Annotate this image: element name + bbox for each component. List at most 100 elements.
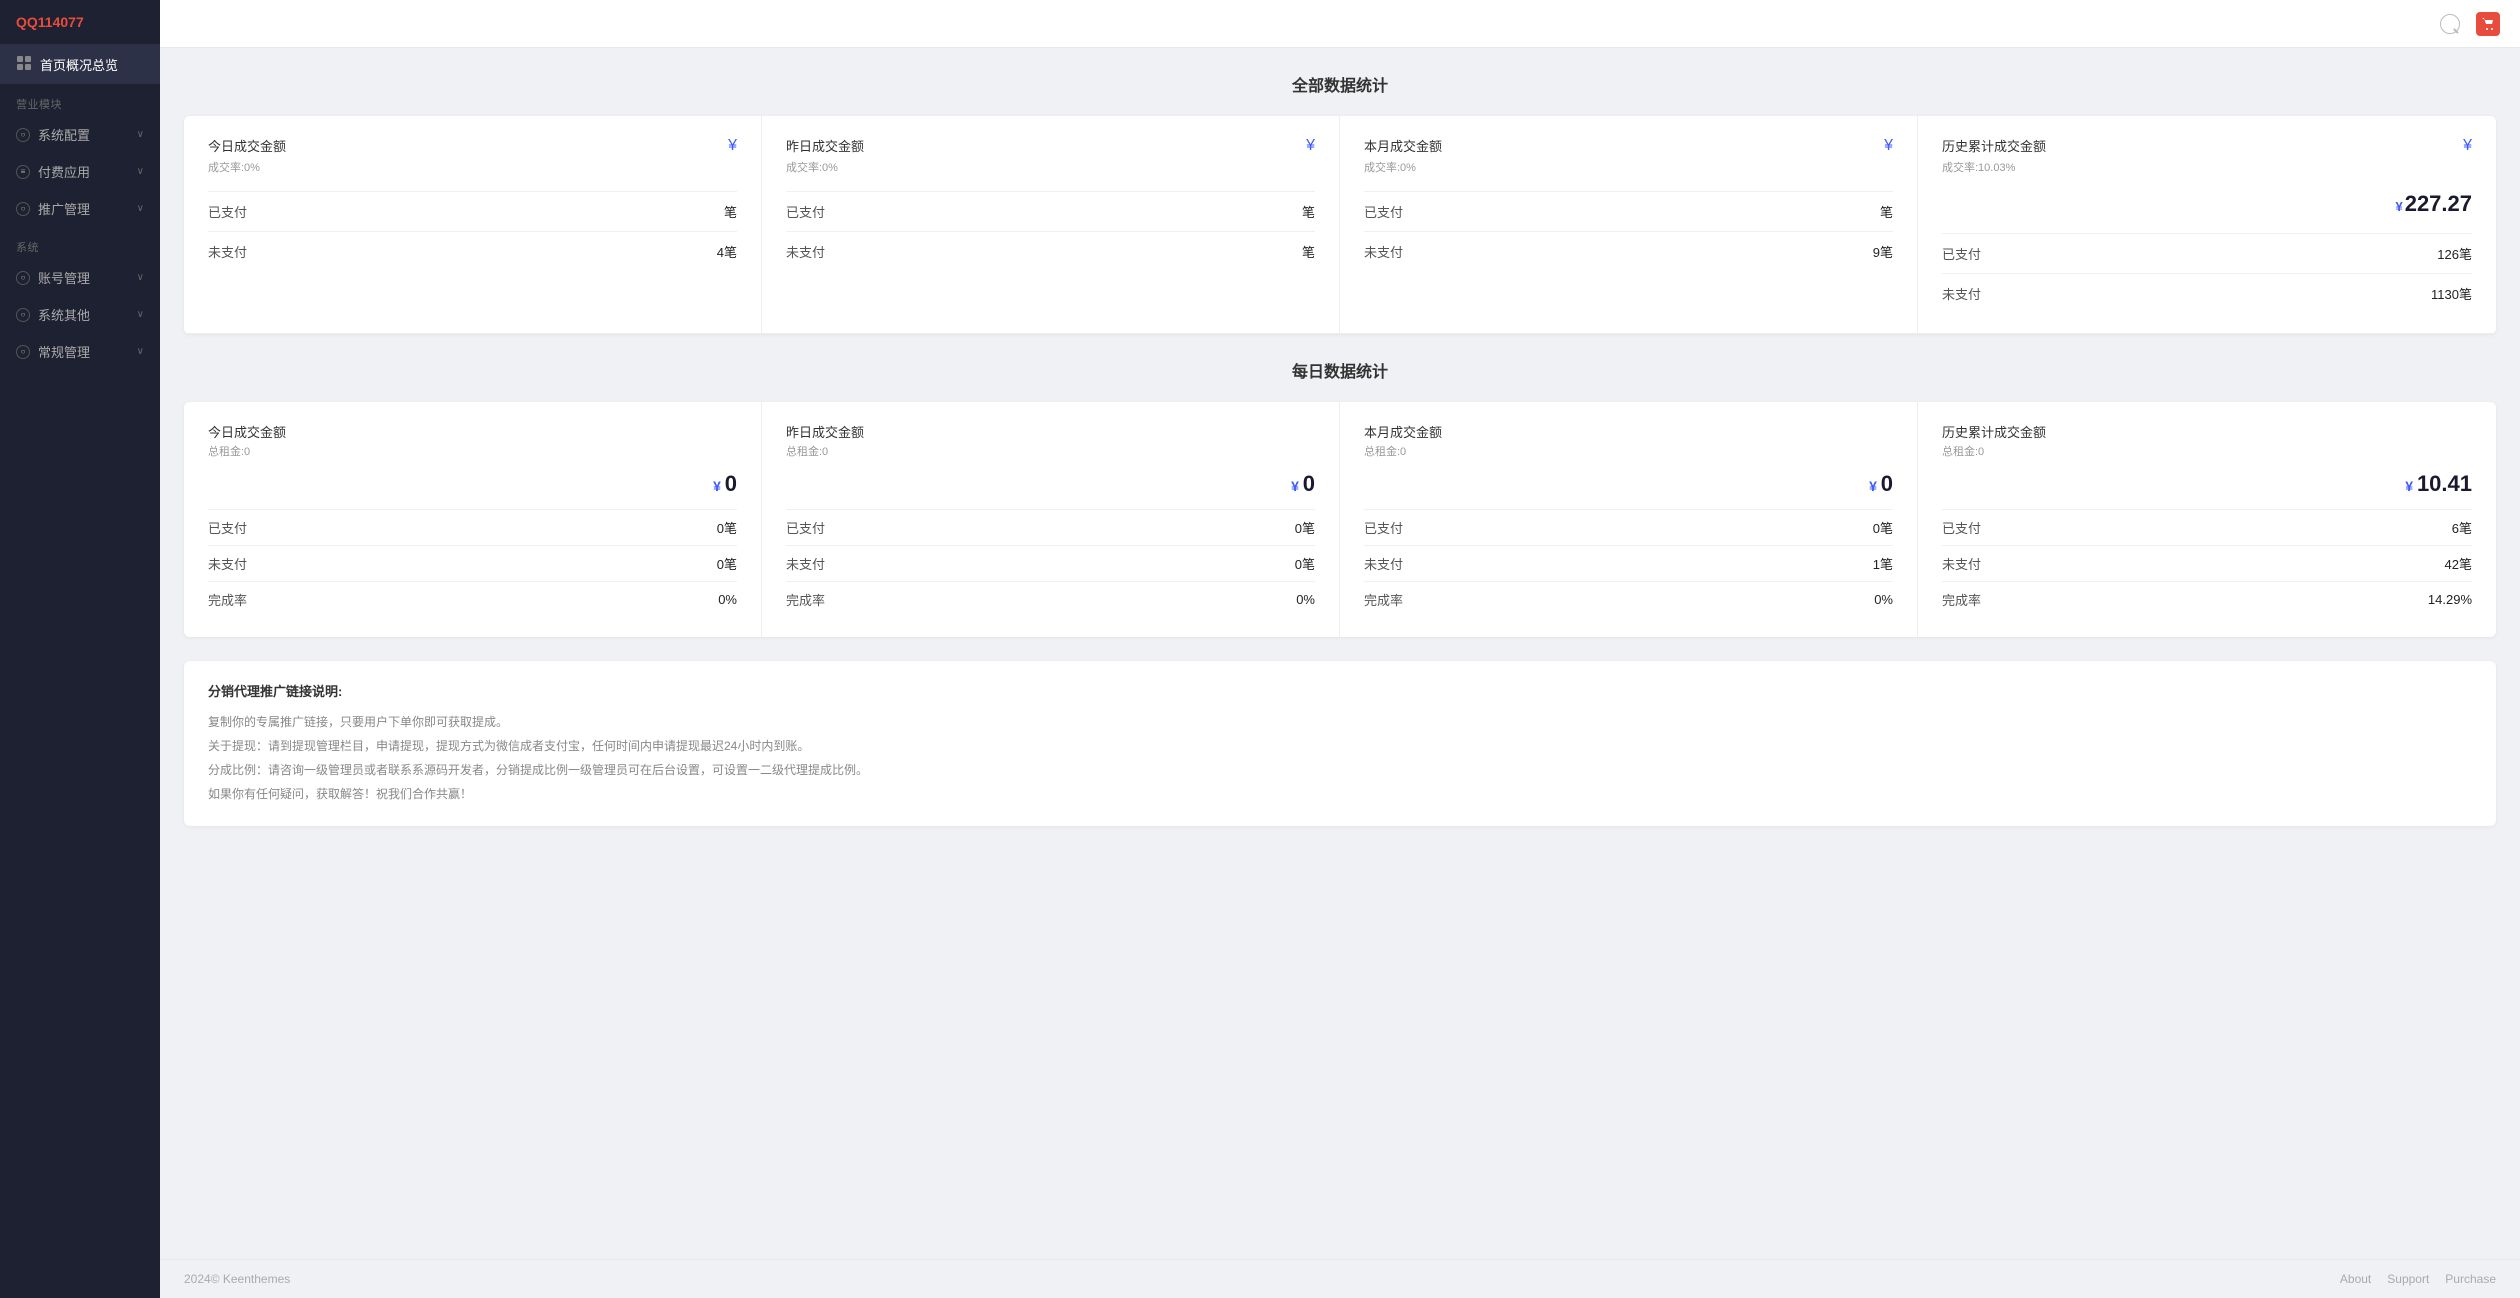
circle-icon-routine: ○: [16, 345, 30, 359]
footer-link-purchase[interactable]: Purchase: [2445, 1272, 2496, 1286]
card-1-unpaid-label: 未支付: [786, 242, 825, 261]
daily-card-3-title: 历史累计成交金额: [1942, 422, 2046, 441]
daily-card-2-unpaid-row: 未支付 1笔: [1364, 545, 1893, 581]
sidebar-label-system-config: 系统配置: [38, 125, 90, 144]
sidebar-item-payment-app[interactable]: ≡ 付费应用 ∨: [0, 153, 160, 190]
all-stats-card-1: 昨日成交金额 ¥ 成交率:0% 已支付 笔 未支付 笔: [762, 116, 1340, 334]
daily-card-1-paid-label: 已支付: [786, 518, 825, 537]
desc-line-2: 分成比例：请咨询一级管理员或者联系系源码开发者，分销提成比例一级管理员可在后台设…: [208, 758, 2472, 782]
all-stats-card-3: 历史累计成交金额 ¥ 成交率:10.03% ¥227.27 已支付 126笔 未…: [1918, 116, 2496, 334]
daily-card-1-unpaid-value: 0笔: [1295, 554, 1315, 573]
card-1-subtitle: 成交率:0%: [786, 159, 1315, 175]
card-1-paid-value: 笔: [1302, 202, 1315, 221]
sidebar-section-label-business: 营业模块: [0, 84, 160, 116]
topbar-icons: [2440, 12, 2500, 36]
card-3-amount: 227.27: [2405, 191, 2472, 216]
circle-icon-payment: ≡: [16, 165, 30, 179]
daily-card-3-paid-value: 6笔: [2452, 518, 2472, 537]
card-2-paid-label: 已支付: [1364, 202, 1403, 221]
sidebar-item-account-mgmt[interactable]: ○ 账号管理 ∨: [0, 259, 160, 296]
daily-card-3-unpaid-row: 未支付 42笔: [1942, 545, 2472, 581]
card-3-title: 历史累计成交金额: [1942, 136, 2046, 155]
chevron-icon-promo: ∨: [137, 203, 144, 214]
daily-card-3-subtitle: 总租金:0: [1942, 443, 2472, 459]
daily-card-0-unpaid-value: 0笔: [717, 554, 737, 573]
daily-card-2-completion-row: 完成率 0%: [1364, 581, 1893, 617]
desc-line-0: 复制你的专属推广链接，只要用户下单你即可获取提成。: [208, 710, 2472, 734]
footer: 2024© Keenthemes About Support Purchase: [160, 1259, 2520, 1298]
desc-title: 分销代理推广链接说明:: [208, 681, 2472, 700]
daily-card-3-paid-label: 已支付: [1942, 518, 1981, 537]
daily-card-2-title: 本月成交金额: [1364, 422, 1442, 441]
footer-link-about[interactable]: About: [2340, 1272, 2371, 1286]
card-3-subtitle: 成交率:10.03%: [1942, 159, 2472, 175]
daily-card-1: 昨日成交金额 总租金:0 ¥ 0 已支付 0笔 未支付 0笔 完成率 0%: [762, 402, 1340, 637]
footer-copyright: 2024© Keenthemes: [184, 1272, 290, 1286]
all-stats-title: 全部数据统计: [184, 72, 2496, 96]
daily-card-1-paid-row: 已支付 0笔: [786, 509, 1315, 545]
card-2-unpaid-value: 9笔: [1873, 242, 1893, 261]
daily-card-1-subtitle: 总租金:0: [786, 443, 1315, 459]
all-stats-card-2: 本月成交金额 ¥ 成交率:0% 已支付 笔 未支付 9笔: [1340, 116, 1918, 334]
cart-icon[interactable]: [2476, 12, 2500, 36]
daily-card-0-completion-value: 0%: [718, 592, 737, 607]
footer-links: About Support Purchase: [2340, 1272, 2496, 1286]
chevron-icon-sys-other: ∨: [137, 309, 144, 320]
description-box: 分销代理推广链接说明: 复制你的专属推广链接，只要用户下单你即可获取提成。 关于…: [184, 661, 2496, 826]
card-3-paid-label: 已支付: [1942, 244, 1981, 263]
card-3-yen: ¥: [2463, 137, 2472, 155]
sidebar-item-routine-mgmt[interactable]: ○ 常规管理 ∨: [0, 333, 160, 370]
card-3-unpaid-row: 未支付 1130笔: [1942, 273, 2472, 313]
daily-card-2-amount: 0: [1881, 471, 1893, 496]
card-2-title: 本月成交金额: [1364, 136, 1442, 155]
circle-icon-system: ○: [16, 128, 30, 142]
card-0-paid-label: 已支付: [208, 202, 247, 221]
daily-card-0-completion-label: 完成率: [208, 590, 247, 609]
card-3-paid-value: 126笔: [2437, 244, 2472, 263]
daily-card-2-paid-label: 已支付: [1364, 518, 1403, 537]
card-1-paid-label: 已支付: [786, 202, 825, 221]
sidebar-home-label: 首页概况总览: [40, 55, 118, 74]
footer-link-support[interactable]: Support: [2387, 1272, 2429, 1286]
daily-card-0-subtitle: 总租金:0: [208, 443, 737, 459]
sidebar-item-system-config[interactable]: ○ 系统配置 ∨: [0, 116, 160, 153]
daily-card-2-unpaid-label: 未支付: [1364, 554, 1403, 573]
card-0-paid-value: 笔: [724, 202, 737, 221]
card-2-unpaid-label: 未支付: [1364, 242, 1403, 261]
card-3-value: ¥227.27: [1942, 191, 2472, 217]
sidebar-label-payment-app: 付费应用: [38, 162, 90, 181]
all-stats-grid: 今日成交金额 ¥ 成交率:0% 已支付 笔 未支付 4笔 昨日成交金额 ¥: [184, 116, 2496, 334]
brand-title: QQ114077: [0, 0, 160, 45]
daily-card-2: 本月成交金额 总租金:0 ¥ 0 已支付 0笔 未支付 1笔 完成率 0%: [1340, 402, 1918, 637]
card-3-unpaid-label: 未支付: [1942, 284, 1981, 303]
daily-card-2-subtitle: 总租金:0: [1364, 443, 1893, 459]
desc-line-3: 如果你有任何疑问，获取解答！祝我们合作共赢！: [208, 782, 2472, 806]
daily-card-2-paid-row: 已支付 0笔: [1364, 509, 1893, 545]
card-0-title: 今日成交金额: [208, 136, 286, 155]
sidebar-item-sys-other[interactable]: ○ 系统其他 ∨: [0, 296, 160, 333]
daily-card-3-completion-value: 14.29%: [2428, 592, 2472, 607]
sidebar-home-item[interactable]: 首页概况总览: [0, 45, 160, 84]
content-area: 全部数据统计 今日成交金额 ¥ 成交率:0% 已支付 笔 未支付 4笔: [160, 48, 2520, 1259]
brand-name: QQ114077: [16, 14, 84, 30]
daily-card-0-unpaid-row: 未支付 0笔: [208, 545, 737, 581]
circle-icon-sys-other: ○: [16, 308, 30, 322]
daily-card-1-title: 昨日成交金额: [786, 422, 864, 441]
circle-icon-account: ○: [16, 271, 30, 285]
sidebar-item-promo-mgmt[interactable]: ○ 推广管理 ∨: [0, 190, 160, 227]
daily-card-0-value: ¥ 0: [208, 471, 737, 497]
card-2-subtitle: 成交率:0%: [1364, 159, 1893, 175]
card-2-unpaid-row: 未支付 9笔: [1364, 231, 1893, 271]
card-2-paid-value: 笔: [1880, 202, 1893, 221]
sidebar-section-label-system: 系统: [0, 227, 160, 259]
card-3-unpaid-value: 1130笔: [2431, 284, 2472, 303]
daily-card-1-unpaid-row: 未支付 0笔: [786, 545, 1315, 581]
card-3-paid-row: 已支付 126笔: [1942, 233, 2472, 273]
daily-card-1-value: ¥ 0: [786, 471, 1315, 497]
card-0-paid-row: 已支付 笔: [208, 191, 737, 231]
sidebar-label-promo-mgmt: 推广管理: [38, 199, 90, 218]
topbar: [160, 0, 2520, 48]
desc-line-1: 关于提现：请到提现管理栏目，申请提现，提现方式为微信成者支付宝，任何时间内申请提…: [208, 734, 2472, 758]
search-icon[interactable]: [2440, 14, 2460, 34]
card-0-subtitle: 成交率:0%: [208, 159, 737, 175]
